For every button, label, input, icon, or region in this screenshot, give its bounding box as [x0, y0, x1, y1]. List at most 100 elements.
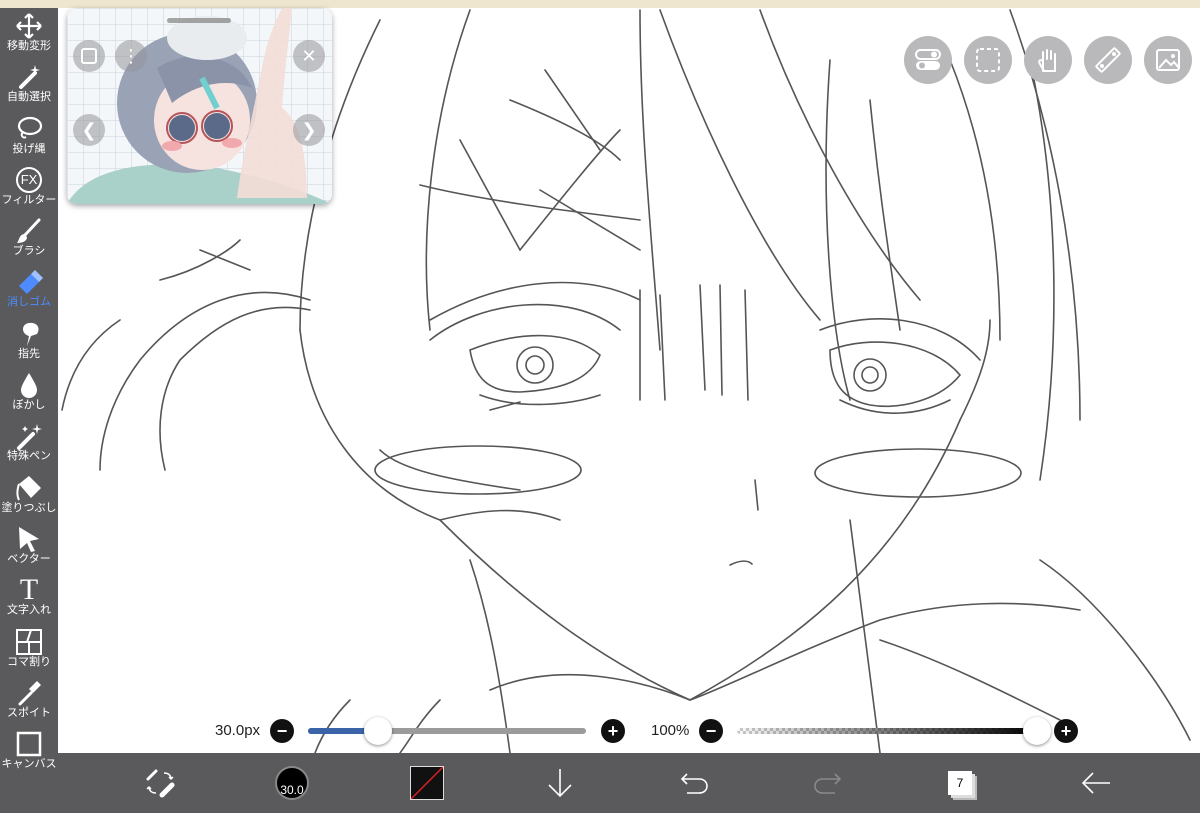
- size-slider-knob[interactable]: [363, 717, 392, 745]
- brush-size-button[interactable]: 30.0: [272, 765, 312, 801]
- ruler-icon: [1095, 47, 1121, 73]
- text-icon: T: [19, 573, 39, 607]
- material-button[interactable]: [1144, 36, 1192, 84]
- chevron-right-icon: ❯: [301, 119, 317, 140]
- redo-icon: [814, 773, 842, 794]
- tool-eraser[interactable]: 消しゴム: [0, 264, 58, 315]
- tool-label: 特殊ペン: [7, 450, 51, 463]
- tool-vector[interactable]: ベクター: [0, 521, 58, 572]
- toggle-settings-button[interactable]: [904, 36, 952, 84]
- tool-label: 消しゴム: [7, 296, 51, 309]
- tool-move[interactable]: 移動変形: [0, 8, 58, 59]
- dashed-selection-icon: [976, 48, 1000, 72]
- opacity-increase-button[interactable]: +: [1054, 719, 1078, 743]
- special-pen-icon: [14, 422, 44, 451]
- hand-icon: [1038, 49, 1056, 72]
- selection-button[interactable]: [964, 36, 1012, 84]
- tool-smudge[interactable]: 指先: [0, 316, 58, 367]
- reference-next-button[interactable]: ❯: [293, 114, 325, 146]
- smudge-icon: [14, 320, 44, 348]
- brush-size-label: 30.0: [280, 783, 304, 797]
- ruler-button[interactable]: [1084, 36, 1132, 84]
- chevron-left-icon: ❮: [81, 119, 97, 140]
- current-color-swatch: [410, 766, 444, 800]
- reference-close-button[interactable]: ✕: [293, 40, 325, 72]
- tool-label: キャンバス: [1, 758, 57, 771]
- fx-icon: FX: [14, 166, 44, 194]
- tool-blur[interactable]: ぼかし: [0, 367, 58, 418]
- reference-frame-button[interactable]: [73, 40, 105, 72]
- tool-text[interactable]: T 文字入れ: [0, 572, 58, 623]
- more-vertical-icon: ⋮: [122, 46, 140, 66]
- back-button[interactable]: [1076, 765, 1116, 801]
- tool-label: 投げ縄: [12, 142, 46, 155]
- tool-label: 指先: [18, 347, 40, 360]
- pen-eraser-swap-icon: [146, 769, 175, 798]
- reference-grip[interactable]: [167, 18, 231, 23]
- move-icon: [14, 12, 44, 40]
- magic-wand-icon: [14, 63, 44, 91]
- tool-label: 移動変形: [7, 40, 51, 52]
- undo-icon: [680, 773, 708, 794]
- image-icon: [1156, 49, 1180, 71]
- opacity-decrease-button[interactable]: −: [699, 719, 723, 743]
- eyedropper-icon: [14, 679, 44, 707]
- diagonal-slash-icon: [411, 767, 443, 799]
- square-icon: [81, 48, 97, 64]
- size-decrease-button[interactable]: −: [270, 719, 294, 743]
- tool-magic-wand[interactable]: 自動選択: [0, 59, 58, 110]
- bottom-bar: 30.0 7: [58, 753, 1200, 813]
- lasso-icon: [14, 115, 44, 143]
- redo-button[interactable]: [808, 765, 848, 801]
- brush-slider-row: 30.0px − + 100% − +: [0, 716, 1200, 746]
- tool-label: 自動選択: [7, 91, 51, 104]
- reference-window[interactable]: ⋮ ✕ ❮ ❯: [67, 8, 332, 204]
- arrow-left-icon: [1081, 772, 1110, 794]
- toggle-icon: [915, 49, 941, 70]
- tool-label: ベクター: [7, 552, 51, 565]
- tool-panel[interactable]: コマ割り: [0, 624, 58, 675]
- reference-menu-button[interactable]: ⋮: [115, 40, 147, 72]
- opacity-slider-track[interactable]: [737, 728, 1037, 734]
- reference-image: [67, 8, 332, 204]
- eraser-icon: [14, 268, 44, 296]
- tool-special-pen[interactable]: 特殊ペン: [0, 418, 58, 469]
- plus-icon: +: [607, 721, 619, 741]
- left-toolbar: 移動変形自動選択投げ縄 FX フィルターブラシ消しゴム指先ぼかし特殊ペン塗りつぶしベ…: [0, 8, 58, 813]
- tool-fx[interactable]: FX フィルター: [0, 162, 58, 213]
- opacity-slider-knob[interactable]: [1023, 717, 1051, 745]
- size-slider-track[interactable]: [308, 728, 586, 734]
- tool-label: スポイト: [7, 706, 51, 719]
- tool-label: ぼかし: [12, 399, 46, 412]
- color-button[interactable]: [407, 765, 447, 801]
- brush-size-preview: 30.0: [275, 766, 309, 800]
- layers-button[interactable]: 7: [940, 765, 980, 801]
- tool-label: 文字入れ: [7, 604, 51, 617]
- size-increase-button[interactable]: +: [601, 719, 625, 743]
- tool-lasso[interactable]: 投げ縄: [0, 111, 58, 162]
- tool-eyedropper[interactable]: スポイト: [0, 675, 58, 726]
- minus-icon: −: [276, 721, 288, 741]
- tool-label: コマ割り: [7, 655, 51, 668]
- tool-brush[interactable]: ブラシ: [0, 213, 58, 264]
- top-strip: [0, 0, 1200, 8]
- hand-tool-button[interactable]: [1024, 36, 1072, 84]
- undo-button[interactable]: [674, 765, 714, 801]
- tool-canvas[interactable]: キャンバス: [0, 726, 58, 777]
- brush-icon: [14, 217, 44, 245]
- quick-tool-switch-button[interactable]: [140, 765, 180, 801]
- tool-label: ブラシ: [12, 245, 46, 258]
- brush-size-value: 30.0px: [215, 722, 261, 739]
- reference-prev-button[interactable]: ❮: [73, 114, 105, 146]
- tool-fill[interactable]: 塗りつぶし: [0, 470, 58, 521]
- download-button[interactable]: [540, 765, 580, 801]
- arrow-down-icon: [548, 769, 572, 798]
- opacity-value: 100%: [651, 722, 690, 739]
- fill-icon: [14, 474, 44, 502]
- tool-label: 塗りつぶし: [1, 501, 57, 514]
- plus-icon: +: [1060, 721, 1072, 741]
- layer-count-badge: 7: [948, 771, 972, 795]
- canvas-icon: [14, 730, 44, 758]
- minus-icon: −: [705, 721, 717, 741]
- blur-icon: [14, 371, 44, 399]
